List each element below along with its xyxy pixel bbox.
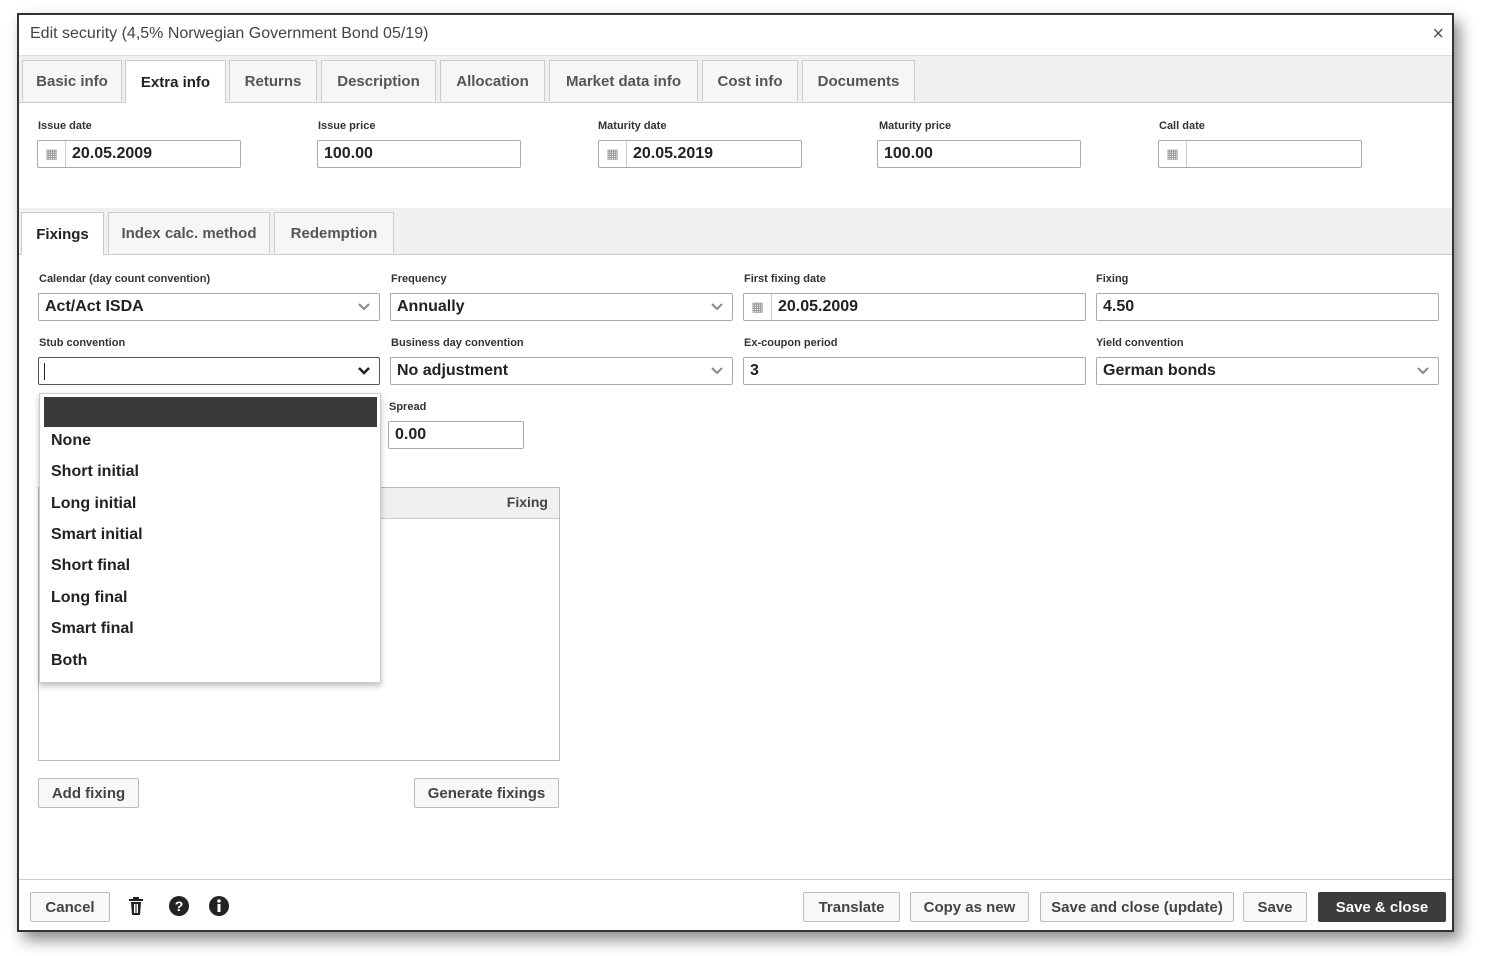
first-fixing-date-field[interactable]: ▦ 20.05.2009 [743, 293, 1086, 321]
option-smart-final[interactable]: Smart final [51, 620, 134, 638]
calendar-icon[interactable]: ▦ [38, 141, 66, 167]
maturity-price-label: Maturity price [879, 120, 952, 132]
option-none[interactable]: None [51, 432, 91, 450]
generate-fixings-button[interactable]: Generate fixings [414, 778, 559, 808]
stub-convention-label: Stub convention [39, 337, 126, 349]
fixing-column-header[interactable]: Fixing [507, 494, 548, 510]
yield-convention-select[interactable]: German bonds [1096, 357, 1439, 385]
issue-price-input[interactable]: 100.00 [317, 140, 521, 168]
calendar-icon[interactable]: ▦ [1159, 141, 1187, 167]
help-icon[interactable]: ? [168, 895, 190, 917]
tab-description[interactable]: Description [321, 60, 436, 101]
business-day-convention-label: Business day convention [391, 337, 524, 349]
fixing-input[interactable]: 4.50 [1096, 293, 1439, 321]
tab-allocation[interactable]: Allocation [440, 60, 545, 101]
option-smart-initial[interactable]: Smart initial [51, 526, 143, 544]
tab-market-data-info[interactable]: Market data info [549, 60, 698, 101]
maturity-date-label: Maturity date [598, 120, 667, 132]
first-fixing-date-label: First fixing date [744, 273, 826, 285]
issue-date-label: Issue date [38, 120, 92, 132]
add-fixing-button[interactable]: Add fixing [38, 778, 139, 808]
edit-security-dialog: Edit security (4,5% Norwegian Government… [17, 13, 1454, 932]
chevron-down-icon [358, 367, 370, 375]
svg-text:?: ? [175, 898, 184, 914]
tab-documents[interactable]: Documents [802, 60, 915, 101]
issue-date-field[interactable]: ▦ 20.05.2009 [37, 140, 241, 168]
maturity-date-field[interactable]: ▦ 20.05.2019 [598, 140, 802, 168]
cancel-button[interactable]: Cancel [30, 892, 110, 922]
close-icon[interactable]: × [1432, 24, 1444, 44]
chevron-down-icon [1417, 367, 1429, 375]
translate-button[interactable]: Translate [803, 892, 900, 922]
yield-convention-label: Yield convention [1096, 337, 1184, 349]
spread-input[interactable]: 0.00 [388, 421, 524, 449]
option-long-final[interactable]: Long final [51, 589, 127, 607]
save-button[interactable]: Save [1243, 892, 1307, 922]
ex-coupon-period-label: Ex-coupon period [744, 337, 838, 349]
stub-convention-dropdown: None Short initial Long initial Smart in… [39, 393, 381, 683]
option-both[interactable]: Both [51, 652, 87, 670]
stub-convention-select[interactable] [38, 357, 380, 385]
calendar-label: Calendar (day count convention) [39, 273, 211, 285]
info-icon[interactable] [208, 895, 230, 917]
tab-basic-info[interactable]: Basic info [22, 60, 122, 101]
chevron-down-icon [358, 303, 370, 311]
tab-index-calc-method[interactable]: Index calc. method [108, 212, 270, 253]
issue-price-label: Issue price [318, 120, 376, 132]
option-long-initial[interactable]: Long initial [51, 495, 136, 513]
title-bar: Edit security (4,5% Norwegian Government… [19, 15, 1452, 56]
tab-cost-info[interactable]: Cost info [702, 60, 798, 101]
calendar-select[interactable]: Act/Act ISDA [38, 293, 380, 321]
main-tab-bar: Basic info Extra info Returns Descriptio… [19, 56, 1452, 103]
calendar-icon[interactable]: ▦ [599, 141, 627, 167]
save-and-close-button[interactable]: Save & close [1318, 892, 1446, 922]
call-date-field[interactable]: ▦ [1158, 140, 1362, 168]
chevron-down-icon [711, 367, 723, 375]
chevron-down-icon [711, 303, 723, 311]
copy-as-new-button[interactable]: Copy as new [910, 892, 1029, 922]
frequency-label: Frequency [391, 273, 447, 285]
spread-label: Spread [389, 401, 427, 413]
ex-coupon-period-input[interactable]: 3 [743, 357, 1086, 385]
option-short-final[interactable]: Short final [51, 557, 130, 575]
frequency-select[interactable]: Annually [390, 293, 733, 321]
footer-divider [19, 879, 1452, 880]
fixing-label: Fixing [1096, 273, 1129, 285]
business-day-convention-select[interactable]: No adjustment [390, 357, 733, 385]
trash-icon[interactable] [125, 895, 147, 917]
call-date-label: Call date [1159, 120, 1205, 132]
sub-tab-bar: Fixings Index calc. method Redemption [19, 208, 1452, 255]
option-short-initial[interactable]: Short initial [51, 463, 139, 481]
save-and-close-update-button[interactable]: Save and close (update) [1040, 892, 1234, 922]
tab-extra-info[interactable]: Extra info [125, 60, 226, 103]
calendar-icon[interactable]: ▦ [744, 294, 772, 320]
tab-returns[interactable]: Returns [229, 60, 317, 101]
dialog-title: Edit security (4,5% Norwegian Government… [30, 25, 429, 42]
tab-redemption[interactable]: Redemption [274, 212, 394, 253]
maturity-price-input[interactable]: 100.00 [877, 140, 1081, 168]
text-cursor [44, 363, 45, 380]
dropdown-empty-option[interactable] [44, 397, 377, 427]
tab-fixings[interactable]: Fixings [21, 212, 104, 255]
